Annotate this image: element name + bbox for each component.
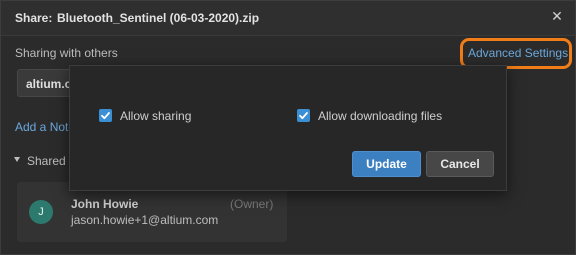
allow-downloading-checkbox[interactable] xyxy=(297,109,310,122)
advanced-settings-popup: Allow sharing Allow downloading files Up… xyxy=(69,65,507,191)
close-icon[interactable]: ✕ xyxy=(550,9,564,23)
checkmark-icon xyxy=(299,112,308,120)
email-field-value: altium.cl xyxy=(26,77,75,91)
allow-sharing-checkbox[interactable] xyxy=(99,109,112,122)
title-bar: Share: Bluetooth_Sentinel (06-03-2020).z… xyxy=(1,1,575,36)
avatar: J xyxy=(29,200,53,224)
add-note-link[interactable]: Add a Note xyxy=(15,120,75,134)
user-role: (Owner) xyxy=(230,197,274,211)
email-field[interactable]: altium.cl xyxy=(17,69,77,97)
user-name: John Howie xyxy=(71,197,139,211)
cancel-button[interactable]: Cancel xyxy=(426,151,494,177)
checkmark-icon xyxy=(101,112,110,120)
sharing-with-others-label: Sharing with others xyxy=(15,46,118,60)
chevron-down-icon[interactable] xyxy=(14,157,20,162)
update-button[interactable]: Update xyxy=(352,151,421,177)
allow-sharing-label[interactable]: Allow sharing xyxy=(120,109,191,123)
user-card: J John Howie (Owner) jason.howie+1@altiu… xyxy=(17,182,287,242)
user-email: jason.howie+1@altium.com xyxy=(71,213,219,227)
dialog-title-prefix: Share: xyxy=(15,11,53,25)
allow-downloading-label[interactable]: Allow downloading files xyxy=(318,109,442,123)
share-dialog: Share: Bluetooth_Sentinel (06-03-2020).z… xyxy=(0,0,576,255)
dialog-title-file: Bluetooth_Sentinel (06-03-2020).zip xyxy=(57,11,260,25)
